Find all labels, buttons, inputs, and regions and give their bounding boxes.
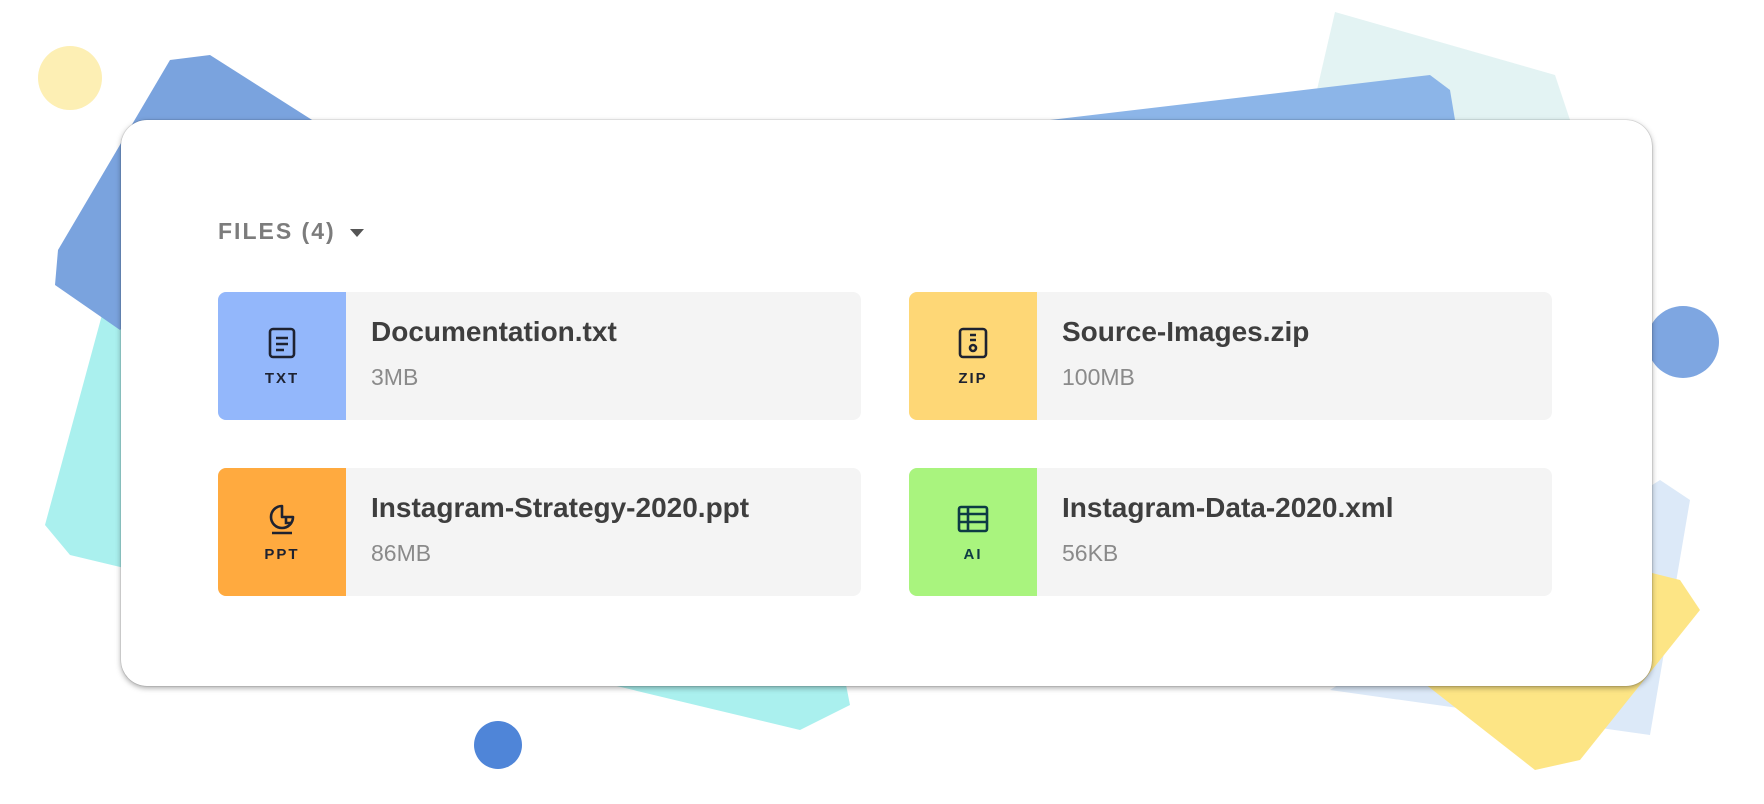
file-item-instagram-strategy[interactable]: PPT Instagram-Strategy-2020.ppt 86MB bbox=[218, 468, 861, 596]
file-size: 3MB bbox=[371, 364, 419, 390]
spreadsheet-icon bbox=[957, 505, 989, 532]
bg-blue-dot-right bbox=[1647, 306, 1719, 378]
bg-yellow-dot bbox=[38, 46, 102, 110]
file-name: Instagram-Data-2020.xml bbox=[1062, 492, 1394, 523]
file-type-badge: TXT bbox=[218, 292, 346, 420]
bg-blue-shape-right bbox=[1050, 75, 1455, 120]
document-icon bbox=[268, 327, 296, 358]
file-type-badge: AI bbox=[909, 468, 1037, 596]
file-size: 86MB bbox=[371, 540, 432, 566]
file-item-documentation[interactable]: TXT Documentation.txt 3MB bbox=[218, 292, 861, 420]
file-ext-label: TXT bbox=[264, 369, 300, 387]
file-name: Source-Images.zip bbox=[1062, 316, 1310, 347]
file-ext-label: ZIP bbox=[958, 369, 988, 387]
file-size: 56KB bbox=[1062, 540, 1119, 566]
file-type-badge: PPT bbox=[218, 468, 346, 596]
file-name: Instagram-Strategy-2020.ppt bbox=[371, 492, 750, 523]
file-type-badge: ZIP bbox=[909, 292, 1037, 420]
file-item-source-images[interactable]: ZIP Source-Images.zip 100MB bbox=[909, 292, 1552, 420]
file-ext-label: AI bbox=[963, 545, 983, 563]
files-card: FILES (4) TXT Documentation.txt 3MB ZIP … bbox=[121, 120, 1652, 686]
file-ext-label: PPT bbox=[264, 545, 300, 563]
archive-icon bbox=[958, 327, 988, 358]
file-name: Documentation.txt bbox=[371, 316, 617, 347]
files-header-label: FILES (4) bbox=[218, 218, 336, 244]
bg-blue-dot-bottom bbox=[474, 721, 522, 769]
presentation-icon bbox=[269, 504, 295, 534]
caret-down-icon bbox=[349, 228, 364, 237]
files-header[interactable]: FILES (4) bbox=[218, 218, 364, 245]
file-item-instagram-data[interactable]: AI Instagram-Data-2020.xml 56KB bbox=[909, 468, 1552, 596]
file-size: 100MB bbox=[1062, 364, 1135, 390]
